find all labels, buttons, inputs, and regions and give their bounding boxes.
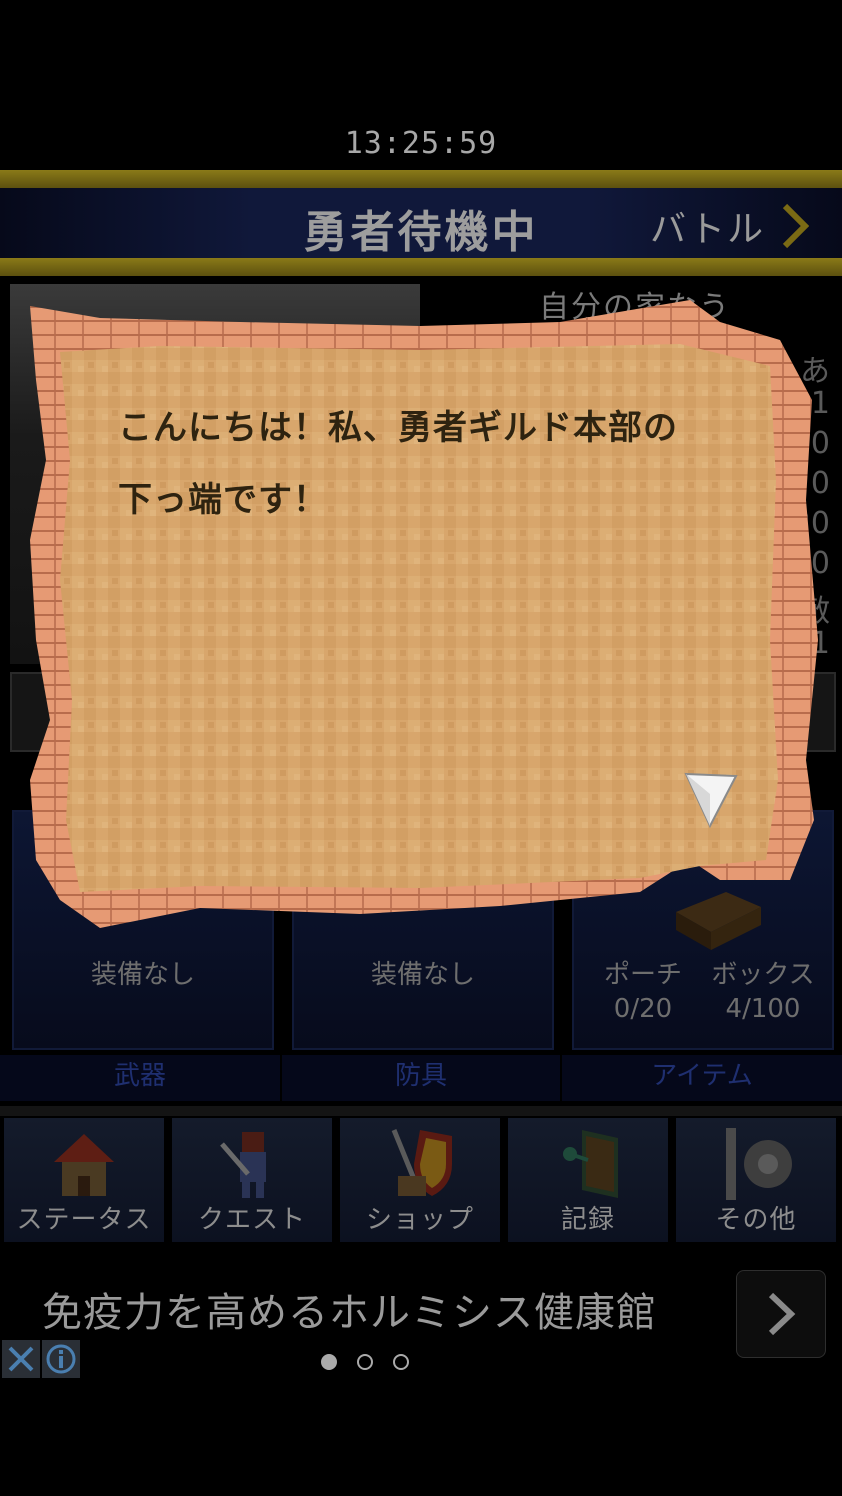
book-icon (563, 1130, 618, 1198)
gear-wrench-icon (726, 1128, 792, 1200)
nav-status[interactable]: ステータス (4, 1118, 164, 1242)
info-icon (46, 1344, 76, 1374)
pouch-label: ポーチ (603, 960, 682, 990)
nav-quest[interactable]: クエスト (172, 1118, 332, 1242)
tab-item[interactable]: アイテム (562, 1055, 842, 1101)
nav-records[interactable]: 記録 (508, 1118, 668, 1242)
pager-dot[interactable] (393, 1354, 409, 1370)
nav-shop[interactable]: ショップ (340, 1118, 500, 1242)
nav-shop-label: ショップ (365, 1205, 474, 1235)
pager-dot[interactable] (357, 1354, 373, 1370)
dialog-message: こんにちは！私、勇者ギルド本部の 下っ端です！ (118, 392, 758, 536)
dialog-line-2: 下っ端です！ (118, 480, 328, 520)
nav-other-label: その他 (715, 1205, 797, 1235)
nav-status-label: ステータス (16, 1205, 152, 1235)
nav-quest-label: クエスト (197, 1205, 306, 1235)
armor-value: 装備なし (370, 960, 475, 990)
warrior-icon (220, 1132, 266, 1198)
ad-close-button[interactable] (2, 1340, 40, 1378)
chevron-right-icon (768, 1292, 796, 1336)
house-icon (54, 1134, 114, 1196)
pouch-count: 0/20 (613, 994, 673, 1024)
tab-armor[interactable]: 防具 (282, 1055, 560, 1101)
tab-weapon[interactable]: 武器 (0, 1055, 280, 1101)
nav-other[interactable]: その他 (676, 1118, 836, 1242)
dialog-line-1: こんにちは！私、勇者ギルド本部の (118, 408, 678, 448)
box-count: 4/100 (725, 994, 801, 1024)
nav-records-label: 記録 (560, 1205, 615, 1235)
divider (0, 1106, 842, 1116)
next-arrow-icon[interactable] (682, 770, 742, 834)
box-label: ボックス (711, 960, 815, 990)
close-icon (8, 1346, 34, 1372)
pager-dot-active[interactable] (321, 1354, 337, 1370)
shield-sword-icon (391, 1129, 452, 1196)
ad-info-button[interactable] (42, 1340, 80, 1378)
ad-text[interactable]: 免疫力を高めるホルミシス健康館 (42, 1280, 657, 1338)
ad-open-button[interactable] (736, 1270, 826, 1358)
weapon-value: 装備なし (90, 960, 195, 990)
